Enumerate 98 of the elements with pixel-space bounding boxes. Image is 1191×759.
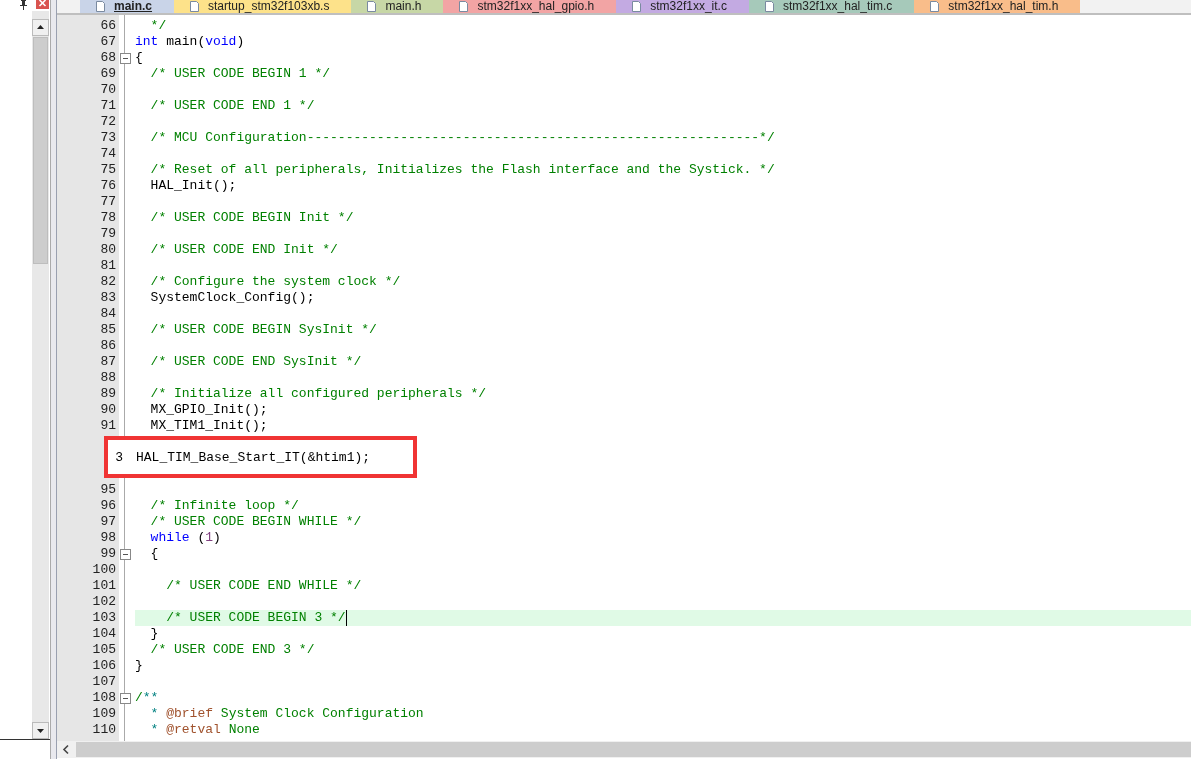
file-icon [96,1,105,12]
code-line: /* USER CODE END Init */ [149,242,338,258]
code-line: * @retval None [149,722,260,738]
line-number: 96 [99,498,117,514]
line-number: 83 [99,290,117,306]
code-line: { [135,50,143,66]
line-number: 109 [91,706,117,722]
line-number: 101 [91,578,117,594]
line-number: 76 [99,178,117,194]
code-line: /* USER CODE BEGIN Init */ [149,210,354,226]
file-tab[interactable]: stm32f1xx_it.c [616,0,749,13]
file-icon [190,1,199,12]
file-tab[interactable]: main.c [80,0,174,13]
text-caret [345,610,347,626]
line-number: 104 [91,626,117,642]
line-number: 87 [99,354,117,370]
file-icon [632,1,642,12]
code-line: /* USER CODE END SysInit */ [149,354,362,370]
code-line: /* MCU Configuration----------------------------------------------------------*/ [149,130,775,146]
line-number: 69 [99,66,117,82]
file-tab[interactable]: stm32f1xx_hal_tim.c [748,0,915,13]
file-tab[interactable]: stm32f1xx_hal_tim.h [914,0,1081,13]
line-number: 108 [91,690,117,706]
code-line: /* USER CODE END 1 */ [149,98,315,114]
code-line: MX_GPIO_Init(); [149,402,268,418]
code-line: } [135,658,143,674]
line-number: 95 [99,482,117,498]
line-number: 3 [114,449,124,465]
file-icon [930,1,940,12]
code-line: */ [149,18,167,34]
line-number: 103 [91,610,117,626]
line-number: 72 [99,114,117,130]
line-number: 99 [99,546,117,562]
line-number: 77 [99,194,117,210]
line-number: 97 [99,514,117,530]
line-number: 82 [99,274,117,290]
file-icon [367,1,377,12]
code-line: * @brief System Clock Configuration [149,706,424,722]
pin-icon[interactable] [19,0,28,10]
line-number: 88 [99,370,117,386]
collapse-icon[interactable] [120,52,131,64]
file-tab[interactable]: main.h [351,0,444,13]
line-number: 98 [99,530,117,546]
line-number: 91 [99,418,117,434]
close-icon[interactable] [36,0,49,9]
code-line: /* USER CODE END 3 */ [149,642,315,658]
file-icon [459,1,469,12]
line-number: 100 [91,562,117,578]
line-number: 71 [99,98,117,114]
line-number: 85 [99,322,117,338]
line-number: 70 [99,82,117,98]
line-number: 89 [99,386,117,402]
file-tab[interactable]: startup_stm32f103xb.s [174,0,352,13]
code-line: MX_TIM1_Init(); [149,418,268,434]
code-line: while (1) [149,530,221,546]
code-line: /** [135,690,159,706]
line-number: 66 [99,18,117,34]
code-line: /* Initialize all configured peripherals */ [149,386,487,402]
file-icon [764,1,774,12]
line-number: 78 [99,210,117,226]
line-number: 80 [99,242,117,258]
code-line: /* Infinite loop */ [149,498,299,514]
line-number: 110 [91,722,117,738]
line-number: 86 [99,338,117,354]
scrollbar-thumb[interactable] [33,37,48,264]
scroll-down-icon[interactable] [32,722,49,739]
line-number: 106 [91,658,117,674]
line-number: 105 [91,642,117,658]
code-line: /* Reset of all peripherals, Initializes the Flash interface and the Systick. */ [149,162,775,178]
line-number: 79 [99,226,117,242]
code-line: /* Configure the system clock */ [149,274,401,290]
vertical-scrollbar[interactable] [32,11,49,739]
code-line: HAL_TIM_Base_Start_IT(&htim1); [136,449,371,465]
code-line: /* USER CODE BEGIN 3 */ [165,610,346,626]
line-number: 102 [91,594,117,610]
code-line: int main(void) [135,34,245,50]
horizontal-scrollbar[interactable] [57,741,1191,758]
code-line: } [149,626,159,642]
code-line: /* USER CODE END WHILE */ [165,578,362,594]
code-line: HAL_Init(); [149,178,237,194]
line-number: 107 [91,674,117,690]
line-number: 84 [99,306,117,322]
code-line: /* USER CODE BEGIN 1 */ [149,66,331,82]
line-number: 73 [99,130,117,146]
line-number: 90 [99,402,117,418]
line-number: 81 [99,258,117,274]
line-number: 68 [99,50,117,66]
collapse-icon[interactable] [120,548,131,560]
file-tab[interactable]: stm32f1xx_hal_gpio.h [443,0,617,13]
line-number: 74 [99,146,117,162]
code-line: /* USER CODE BEGIN WHILE */ [149,514,362,530]
line-number: 75 [99,162,117,178]
collapse-icon[interactable] [120,692,131,704]
line-number: 67 [99,34,117,50]
code-line: /* USER CODE BEGIN SysInit */ [149,322,377,338]
code-line: { [149,546,159,562]
scroll-up-icon[interactable] [32,19,49,36]
code-line: SystemClock_Config(); [149,290,315,306]
